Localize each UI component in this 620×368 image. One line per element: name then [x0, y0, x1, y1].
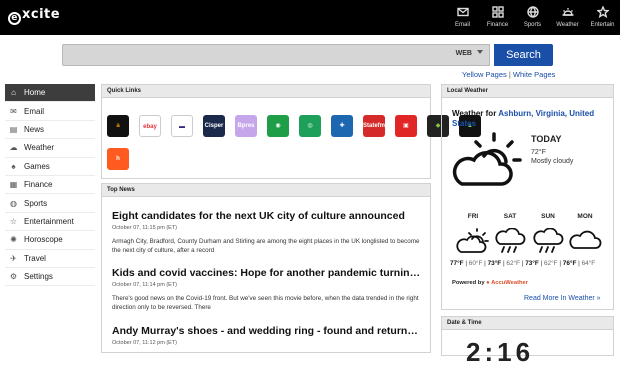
date-time-header: Date & Time	[442, 317, 613, 330]
sidebar-item-games[interactable]: ♠ Games	[5, 158, 95, 176]
sidebar-item-email[interactable]: ✉ Email	[5, 102, 95, 121]
search-input[interactable]: WEB	[62, 44, 490, 66]
quick-link-tile[interactable]: Statefm	[363, 115, 385, 137]
plane-icon: ✈	[10, 253, 17, 263]
news-item[interactable]: Eight candidates for the next UK city of…	[112, 210, 422, 255]
news-summary: Armagh City, Bradford, County Durham and…	[112, 238, 420, 254]
rain-icon	[533, 228, 564, 253]
topnav-sports[interactable]: Sports	[515, 0, 550, 35]
search-row: WEB	[62, 44, 553, 66]
topnav-email[interactable]: Email	[445, 0, 480, 35]
local-weather-header: Local Weather	[442, 85, 613, 98]
news-headline[interactable]: Eight candidates for the next UK city of…	[112, 210, 422, 222]
weather-location: Weather for Ashburn, Virginia, United St…	[452, 109, 595, 128]
local-weather-panel: Local Weather Weather for Ashburn, Virgi…	[441, 84, 614, 310]
topnav-entertain[interactable]: Entertain	[585, 0, 620, 35]
gamepad-icon: ♠	[11, 161, 16, 171]
news-date: October 07, 11:14 pm (ET)	[112, 282, 178, 288]
zodiac-icon: ✺	[10, 235, 17, 245]
cloud-icon: ☁	[9, 143, 18, 153]
sidebar-item-sports[interactable]: ◍ Sports	[5, 194, 95, 213]
quick-link-tile[interactable]: ✚	[331, 115, 353, 137]
search-scope-select[interactable]: WEB	[456, 50, 483, 57]
white-pages-link[interactable]: White Pages	[513, 70, 556, 79]
top-news-header: Top News	[102, 184, 430, 197]
sidebar-item-travel[interactable]: ✈ Travel	[5, 250, 95, 268]
star-icon: ☆	[9, 216, 18, 226]
rain-icon	[495, 228, 526, 253]
home-icon: ⌂	[11, 88, 16, 98]
forecast-day-label: FRI	[467, 213, 479, 220]
chevron-down-icon	[477, 50, 483, 54]
today-conditions: 72°F Mostly cloudy	[531, 149, 574, 165]
date-time-panel: Date & Time 2:16	[441, 316, 614, 367]
read-more-weather-link[interactable]: Read More In Weather »	[524, 295, 601, 302]
sidebar-item-settings[interactable]: ⚙ Settings	[5, 268, 95, 287]
directory-links: Yellow Pages | White Pages	[462, 70, 556, 79]
top-bar: e xcite Email Finance Sports Weather Ente…	[0, 0, 620, 35]
mail-icon: ✉	[10, 106, 17, 116]
powered-by: Powered by ● AccuWeather	[452, 280, 529, 286]
quick-link-tile[interactable]: ◉	[267, 115, 289, 137]
top-nav: Email Finance Sports Weather Entertain	[445, 0, 620, 35]
quick-links-header: Quick Links	[102, 85, 430, 98]
news-icon: ▤	[9, 124, 18, 134]
ball-icon	[515, 6, 550, 19]
sun-icon	[550, 6, 585, 19]
news-date: October 07, 11:12 pm (ET)	[112, 340, 178, 346]
forecast-day-label: MON	[577, 213, 593, 220]
accuweather-logo[interactable]: ● AccuWeather	[486, 280, 528, 286]
search-button[interactable]: Search	[494, 44, 553, 66]
mail-icon	[445, 6, 480, 19]
quick-link-tile[interactable]: Cisper	[203, 115, 225, 137]
forecast-day-label: SUN	[541, 213, 555, 220]
sidebar-item-weather[interactable]: ☁ Weather	[5, 139, 95, 158]
quick-link-tile[interactable]: Bpres	[235, 115, 257, 137]
quick-link-tile[interactable]: ebay	[139, 115, 161, 137]
today-label: TODAY	[531, 134, 562, 144]
cloud-icon	[569, 230, 602, 249]
sidebar-item-horoscope[interactable]: ✺ Horoscope	[5, 231, 95, 250]
quick-link-tile[interactable]: ▬	[171, 115, 193, 137]
partly-cloudy-icon	[456, 228, 489, 253]
mostly-cloudy-icon	[452, 132, 522, 186]
top-news-panel: Top News Eight candidates for the next U…	[101, 183, 431, 353]
excite-logo[interactable]: e xcite	[8, 7, 60, 25]
gear-icon: ⚙	[9, 272, 18, 282]
ball-icon: ◍	[10, 198, 17, 208]
quick-link-tile[interactable]: ◎	[299, 115, 321, 137]
sidebar-item-finance[interactable]: ▦ Finance	[5, 176, 95, 195]
yellow-pages-link[interactable]: Yellow Pages	[462, 70, 507, 79]
sidebar-item-news[interactable]: ▤ News	[5, 121, 95, 140]
news-headline[interactable]: Andy Murray's shoes - and wedding ring -…	[112, 325, 422, 337]
news-headline[interactable]: Kids and covid vaccines: Hope for anothe…	[112, 267, 422, 279]
news-date: October 07, 11:15 pm (ET)	[112, 225, 178, 231]
quick-link-tile[interactable]: h	[107, 148, 129, 170]
news-summary: There's good news on the Covid-19 front.…	[112, 295, 419, 311]
quick-link-tile[interactable]: ▣	[395, 115, 417, 137]
sidebar: ⌂ Home ✉ Email ▤ News ☁ Weather ♠ Games ▦ Fina…	[5, 84, 95, 287]
clock-display: 2:16	[466, 337, 535, 367]
sidebar-item-entertainment[interactable]: ☆ Entertainment	[5, 213, 95, 232]
star-icon	[585, 5, 620, 19]
topnav-weather[interactable]: Weather	[550, 0, 585, 35]
news-item[interactable]: Kids and covid vaccines: Hope for anothe…	[112, 267, 422, 312]
grid-icon	[480, 6, 515, 19]
quick-link-tile[interactable]: a	[107, 115, 129, 137]
forecast-day-label: SAT	[503, 213, 517, 220]
chart-icon: ▦	[9, 180, 18, 190]
topnav-finance[interactable]: Finance	[480, 0, 515, 35]
sidebar-item-home[interactable]: ⌂ Home	[5, 84, 95, 103]
forecast-temps: 77°F | 60°F | 73°F | 62°F | 73°F | 62°F …	[450, 260, 596, 267]
